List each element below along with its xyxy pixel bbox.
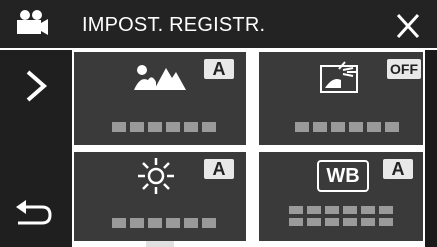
brightness-sun-icon	[138, 158, 174, 194]
screen-title: IMPOST. REGISTR.	[82, 14, 266, 36]
return-arrow-icon[interactable]	[8, 195, 58, 235]
settings-grid: A OFF A WB A	[72, 50, 425, 247]
placeholder-dots	[295, 122, 399, 132]
mode-badge: A	[204, 159, 234, 179]
scroll-strip	[425, 50, 437, 247]
mode-badge: A	[383, 159, 413, 179]
white-balance-tile[interactable]: WB A	[257, 150, 425, 243]
mode-badge: A	[204, 59, 234, 79]
mode-badge: OFF	[387, 59, 421, 79]
placeholder-dots	[112, 122, 216, 132]
video-camera-icon	[17, 10, 48, 35]
scene-select-tile[interactable]: A	[72, 50, 248, 147]
left-nav-column	[0, 50, 72, 247]
brightness-tile[interactable]: A	[72, 150, 248, 243]
close-icon[interactable]	[388, 7, 428, 45]
placeholder-dots	[112, 218, 216, 228]
backlight-compensation-icon	[320, 61, 358, 93]
backlight-compensation-tile[interactable]: OFF	[257, 50, 425, 147]
record-settings-screen: IMPOST. REGISTR. A OFF A WB A	[0, 0, 437, 247]
header-bar: IMPOST. REGISTR.	[0, 0, 437, 50]
placeholder-dots	[289, 206, 397, 226]
page-indicator	[146, 241, 174, 247]
scene-mountains-icon	[134, 65, 186, 90]
white-balance-icon: WB	[317, 160, 369, 192]
chevron-right-icon[interactable]	[14, 64, 58, 108]
